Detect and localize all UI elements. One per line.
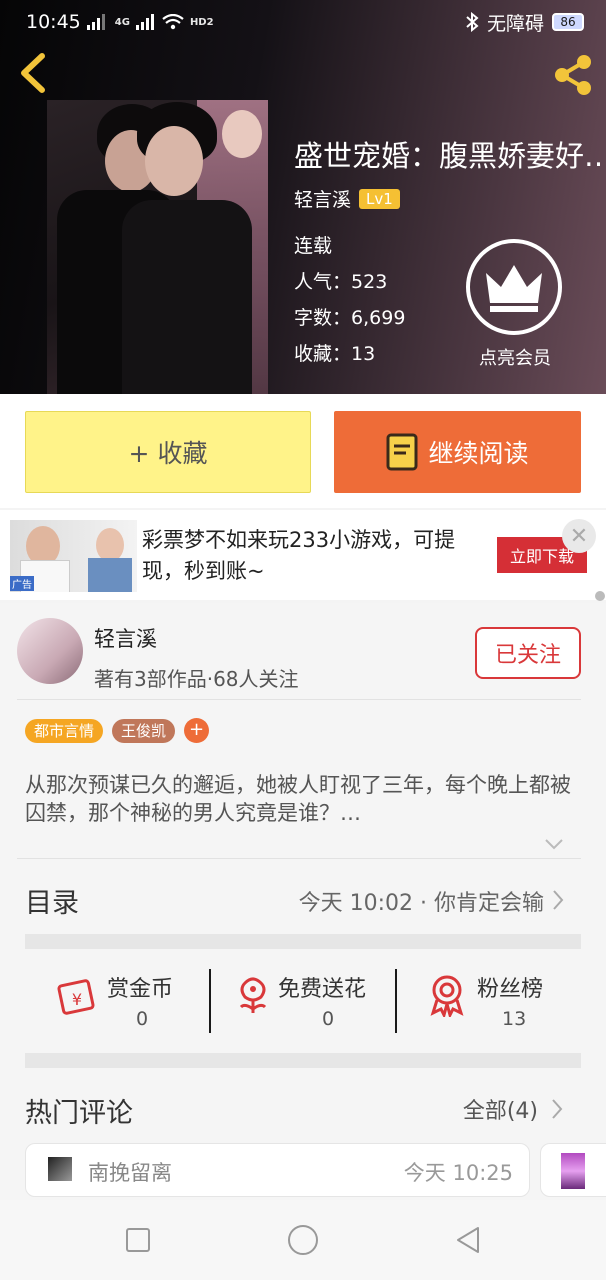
stat-count: 0: [322, 1008, 335, 1030]
divider: [17, 699, 581, 700]
status-bar: 10:45 4G HD2 无障碍 86: [0, 0, 606, 44]
flower-icon: [239, 977, 267, 1013]
ad-text[interactable]: 彩票梦不如来玩233小游戏，可提现，秒到账~: [142, 525, 482, 587]
favorites-value: 13: [351, 343, 376, 365]
vip-crown-button[interactable]: [466, 239, 562, 335]
chevron-right-icon[interactable]: [551, 1098, 563, 1120]
crown-icon: [486, 265, 542, 312]
toc-title: 目录: [25, 888, 79, 919]
medal-icon: [430, 975, 464, 1017]
continue-reading-label: 继续阅读: [428, 439, 529, 468]
clock: 10:45: [26, 11, 81, 33]
commenter-avatar[interactable]: [48, 1157, 72, 1181]
ad-thumbnail[interactable]: 广告: [10, 520, 137, 592]
system-navigation-bar: [0, 1200, 606, 1280]
back-triangle-icon[interactable]: [452, 1224, 484, 1256]
word-count-value: 6,699: [351, 307, 406, 329]
ad-close-button[interactable]: ✕: [562, 519, 596, 553]
book-icon: [386, 433, 418, 471]
favorites-label: 收藏：: [294, 343, 352, 365]
section-separator: [25, 934, 581, 949]
book-header: 10:45 4G HD2 无障碍 86 盛世宠婚：腹黑娇妻好… 轻言溪 Lv1 …: [0, 0, 606, 394]
vip-label[interactable]: 点亮会员: [466, 344, 564, 370]
accessibility-label: 无障碍: [486, 12, 544, 35]
popularity-value: 523: [351, 271, 388, 293]
free-flower-stat[interactable]: 免费送花 0: [211, 953, 396, 1053]
ad-banner[interactable]: 广告 彩票梦不如来玩233小游戏，可提现，秒到账~ 立即下载: [0, 510, 606, 600]
stat-label: 赏金币: [107, 977, 174, 1002]
add-tag-button[interactable]: +: [184, 718, 210, 743]
ad-label: 广告: [10, 576, 34, 591]
share-icon[interactable]: [550, 52, 596, 98]
collect-button[interactable]: + 收藏: [25, 411, 311, 493]
tag-list: 都市言情 王俊凯 +: [25, 718, 210, 743]
all-comments-link[interactable]: 全部(4): [463, 1093, 538, 1125]
hot-comments-header: 热门评论 全部(4): [0, 1073, 606, 1143]
tag-star[interactable]: 王俊凯: [112, 718, 176, 743]
stat-count: 13: [502, 1008, 527, 1030]
signal-icon: [86, 14, 105, 30]
tag-genre[interactable]: 都市言情: [25, 718, 104, 743]
comment-time: 今天 10:25: [403, 1161, 513, 1185]
fan-ranking-stat[interactable]: 粉丝榜 13: [397, 953, 581, 1053]
popularity-stat: 人气：523: [294, 267, 387, 294]
book-cover-image[interactable]: [47, 100, 268, 394]
battery-icon: 86: [552, 13, 584, 31]
serial-status: 连载: [294, 235, 333, 257]
book-detail-content: 轻言溪 著有3部作品·68人关注 已关注 都市言情 王俊凯 + 从那次预谋已久的…: [0, 603, 606, 1203]
reward-coin-stat[interactable]: ¥ 赏金币 0: [25, 953, 210, 1053]
book-title: 盛世宠婚：腹黑娇妻好…: [294, 139, 606, 173]
signal-4g-icon: [135, 14, 154, 30]
author-avatar[interactable]: [17, 618, 83, 684]
action-bar: + 收藏 继续阅读: [0, 394, 606, 508]
stat-count: 0: [136, 1008, 149, 1030]
word-count-stat: 字数：6,699: [294, 303, 405, 330]
coin-envelope-icon: ¥: [57, 979, 95, 1015]
ad-info-icon[interactable]: [595, 591, 605, 601]
continue-reading-button[interactable]: 继续阅读: [334, 411, 581, 493]
network-type-label: 4G: [114, 16, 130, 28]
book-author-name[interactable]: 轻言溪: [294, 185, 351, 212]
latest-chapter[interactable]: 今天 10:02 · 你肯定会输: [299, 885, 544, 917]
author-name[interactable]: 轻言溪: [94, 623, 157, 653]
stat-label: 免费送花: [278, 977, 367, 1002]
table-of-contents-row[interactable]: 目录 今天 10:02 · 你肯定会输: [0, 859, 606, 929]
chevron-down-icon[interactable]: [544, 837, 564, 851]
support-stats: ¥ 赏金币 0 免费送花 0 粉丝榜 13: [25, 953, 581, 1053]
comment-card[interactable]: [540, 1143, 606, 1197]
back-arrow-icon[interactable]: [14, 52, 50, 94]
level-badge: Lv1: [359, 188, 400, 209]
hd-label: HD2: [189, 16, 214, 28]
commenter-avatar[interactable]: [561, 1153, 585, 1189]
recent-apps-icon[interactable]: [122, 1224, 154, 1256]
hot-comments-title: 热门评论: [25, 1098, 133, 1129]
home-icon[interactable]: [287, 1224, 319, 1256]
wifi-icon: [162, 14, 184, 30]
author-info: 著有3部作品·68人关注: [94, 667, 299, 691]
section-separator: [25, 1053, 581, 1068]
popularity-label: 人气：: [294, 271, 352, 293]
follow-button[interactable]: 已关注: [475, 627, 581, 679]
bluetooth-icon: [466, 12, 479, 32]
book-summary[interactable]: 从那次预谋已久的邂逅，她被人盯视了三年，每个晚上都被囚禁，那个神秘的男人究竟是谁…: [25, 771, 585, 827]
commenter-name[interactable]: 南挽留离: [88, 1157, 172, 1187]
word-count-label: 字数：: [294, 307, 352, 329]
stat-label: 粉丝榜: [477, 977, 544, 1002]
favorites-stat: 收藏：13: [294, 339, 375, 366]
comment-card[interactable]: 南挽留离 今天 10:25: [25, 1143, 530, 1197]
book-author-row[interactable]: 轻言溪 Lv1: [294, 185, 400, 212]
chevron-right-icon: [553, 890, 564, 910]
svg-text:¥: ¥: [72, 990, 82, 1009]
